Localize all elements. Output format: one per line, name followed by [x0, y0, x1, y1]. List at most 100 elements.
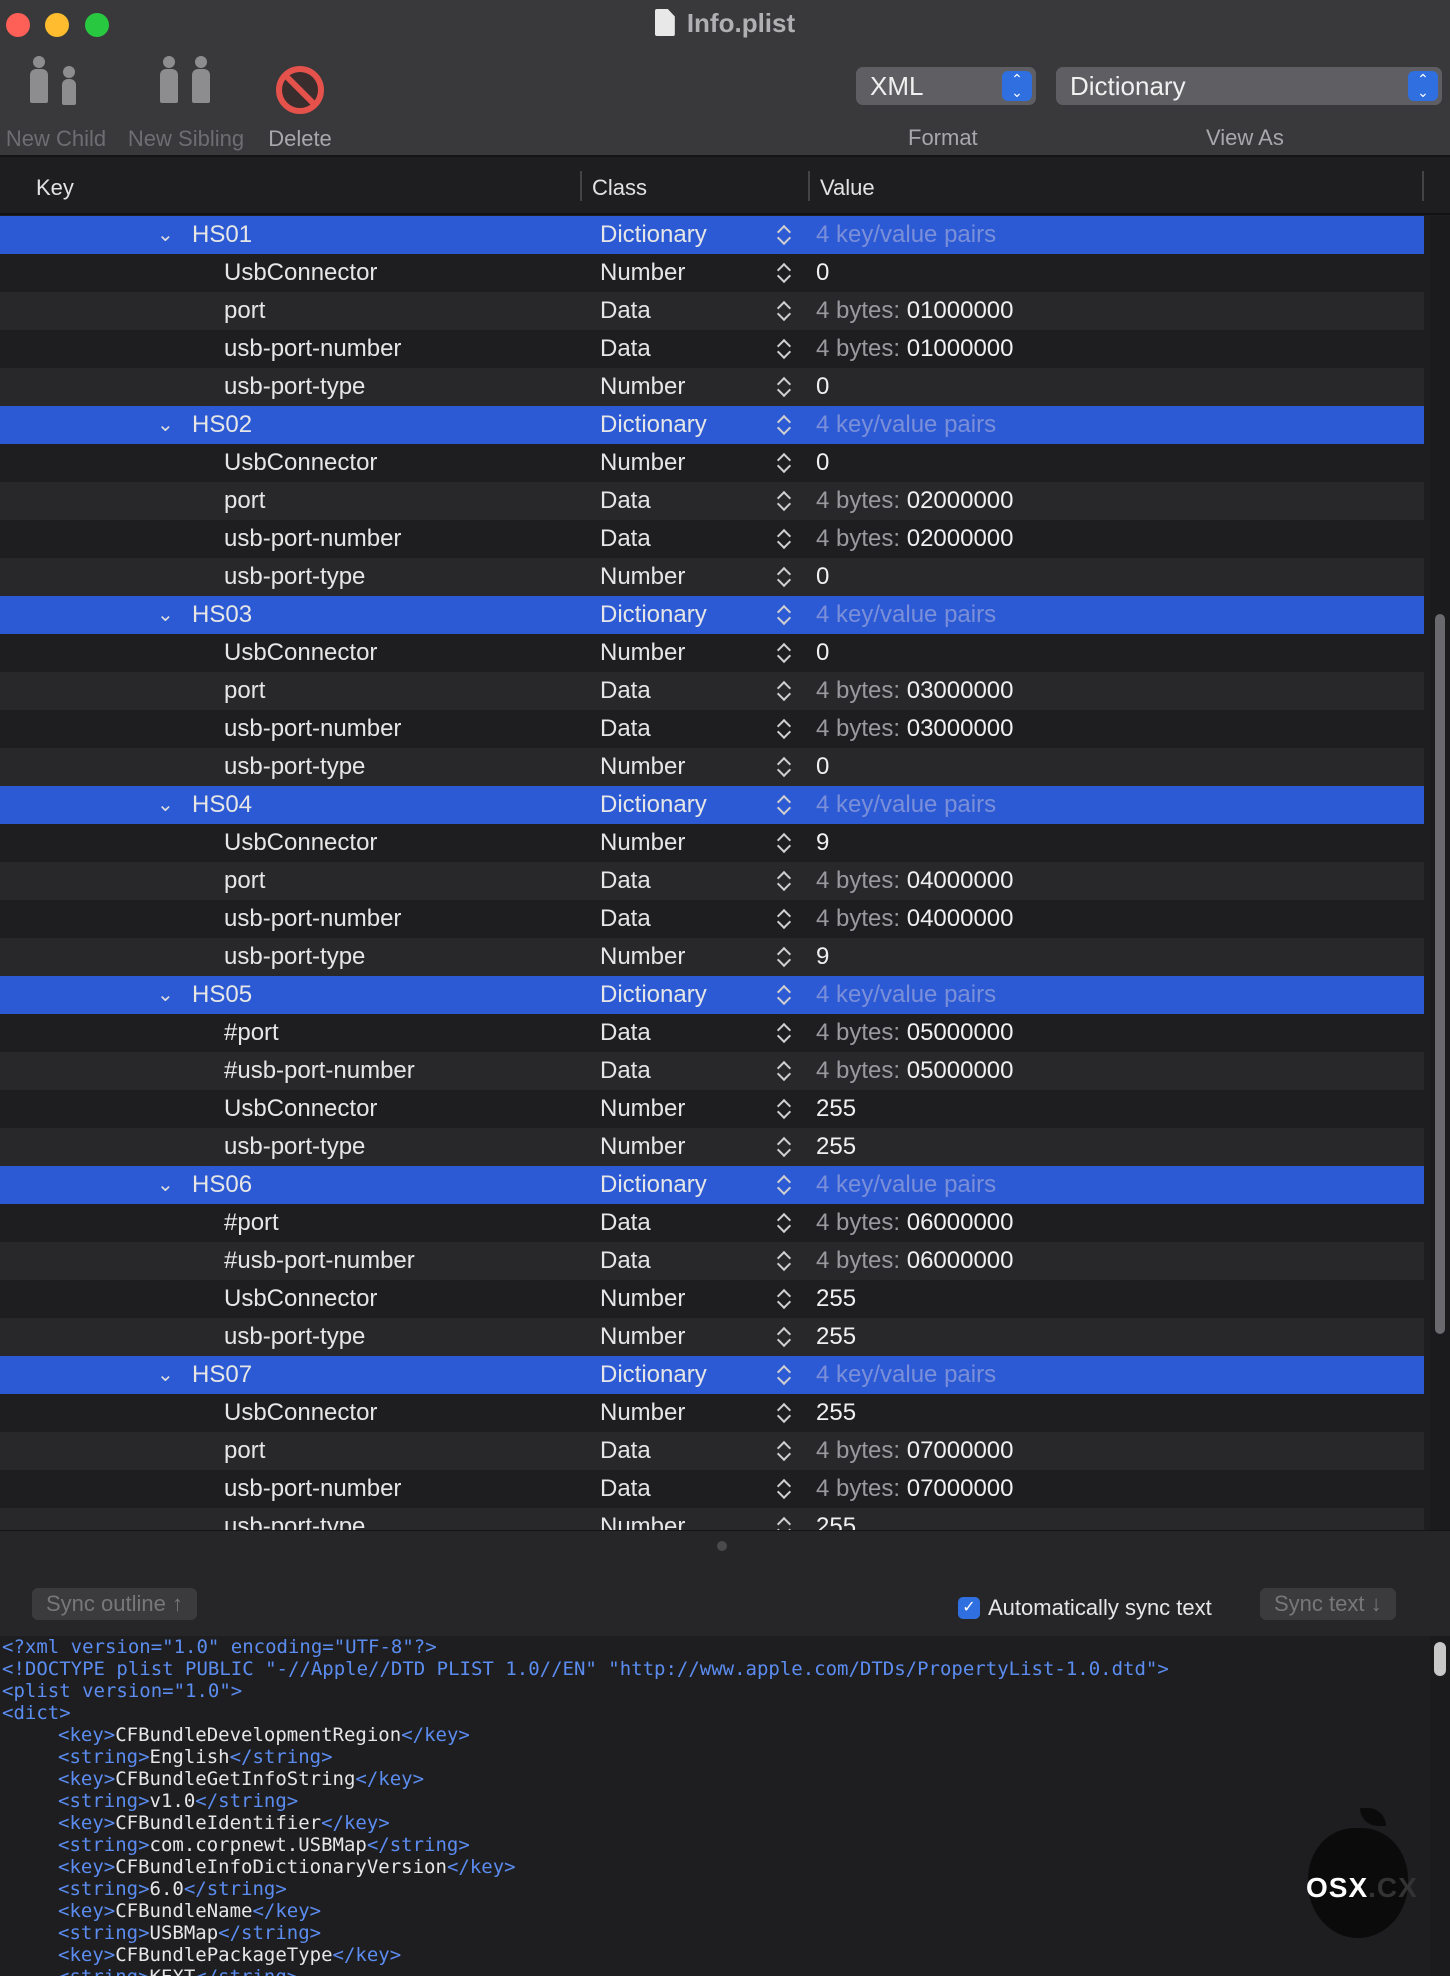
- row-key[interactable]: #port: [224, 1014, 279, 1052]
- row-class[interactable]: Number: [600, 368, 685, 406]
- row-key[interactable]: UsbConnector: [224, 634, 377, 672]
- row-value[interactable]: 4 bytes: 04000000: [816, 900, 1014, 938]
- disclosure-chevron-icon[interactable]: ⌄: [157, 406, 174, 444]
- outline-row[interactable]: #port Data 4 bytes: 06000000: [0, 1204, 1424, 1242]
- class-stepper-icon[interactable]: [775, 528, 795, 550]
- class-stepper-icon[interactable]: [775, 1250, 795, 1272]
- row-value[interactable]: 4 key/value pairs: [816, 1166, 996, 1204]
- outline-row[interactable]: usb-port-type Number 9: [0, 938, 1424, 976]
- row-class[interactable]: Number: [600, 748, 685, 786]
- row-value[interactable]: 4 bytes: 07000000: [816, 1470, 1014, 1508]
- row-key[interactable]: usb-port-type: [224, 1128, 365, 1166]
- new-child-button[interactable]: New Child: [2, 56, 110, 152]
- outline-row[interactable]: usb-port-number Data 4 bytes: 02000000: [0, 520, 1424, 558]
- outline-dict-row[interactable]: ⌄ HS01 Dictionary 4 key/value pairs: [0, 216, 1424, 254]
- row-value[interactable]: 4 bytes: 06000000: [816, 1204, 1014, 1242]
- row-key[interactable]: HS05: [192, 976, 252, 1014]
- outline-row[interactable]: usb-port-type Number 255: [0, 1508, 1424, 1530]
- text-scrollbar[interactable]: [1430, 1636, 1450, 1976]
- row-key[interactable]: UsbConnector: [224, 254, 377, 292]
- row-class[interactable]: Number: [600, 938, 685, 976]
- class-stepper-icon[interactable]: [775, 870, 795, 892]
- row-key[interactable]: usb-port-type: [224, 368, 365, 406]
- row-value[interactable]: 4 key/value pairs: [816, 1356, 996, 1394]
- outline-dict-row[interactable]: ⌄ HS02 Dictionary 4 key/value pairs: [0, 406, 1424, 444]
- row-value[interactable]: 4 bytes: 02000000: [816, 520, 1014, 558]
- outline-dict-row[interactable]: ⌄ HS07 Dictionary 4 key/value pairs: [0, 1356, 1424, 1394]
- split-divider[interactable]: [0, 1530, 1450, 1560]
- row-value[interactable]: 4 bytes: 01000000: [816, 330, 1014, 368]
- outline-row[interactable]: UsbConnector Number 255: [0, 1280, 1424, 1318]
- disclosure-chevron-icon[interactable]: ⌄: [157, 786, 174, 824]
- row-key[interactable]: UsbConnector: [224, 1394, 377, 1432]
- outline-scrollbar-thumb[interactable]: [1435, 614, 1445, 1334]
- class-stepper-icon[interactable]: [775, 718, 795, 740]
- row-key[interactable]: usb-port-type: [224, 1508, 365, 1530]
- row-class[interactable]: Number: [600, 558, 685, 596]
- row-key[interactable]: usb-port-number: [224, 520, 401, 558]
- row-class[interactable]: Data: [600, 1052, 651, 1090]
- outline-row[interactable]: UsbConnector Number 255: [0, 1394, 1424, 1432]
- row-value[interactable]: 4 bytes: 03000000: [816, 672, 1014, 710]
- row-value[interactable]: 255: [816, 1128, 856, 1166]
- row-value[interactable]: 4 key/value pairs: [816, 786, 996, 824]
- sync-outline-button[interactable]: Sync outline ↑: [32, 1588, 197, 1620]
- row-key[interactable]: UsbConnector: [224, 444, 377, 482]
- row-key[interactable]: usb-port-number: [224, 900, 401, 938]
- row-key[interactable]: HS04: [192, 786, 252, 824]
- text-scrollbar-thumb[interactable]: [1434, 1642, 1446, 1676]
- class-stepper-icon[interactable]: [775, 908, 795, 930]
- row-class[interactable]: Data: [600, 482, 651, 520]
- class-stepper-icon[interactable]: [775, 1212, 795, 1234]
- row-class[interactable]: Number: [600, 634, 685, 672]
- row-value[interactable]: 4 key/value pairs: [816, 976, 996, 1014]
- class-stepper-icon[interactable]: [775, 1516, 795, 1530]
- class-stepper-icon[interactable]: [775, 604, 795, 626]
- outline-row[interactable]: port Data 4 bytes: 07000000: [0, 1432, 1424, 1470]
- outline-row[interactable]: UsbConnector Number 0: [0, 634, 1424, 672]
- row-class[interactable]: Dictionary: [600, 1166, 707, 1204]
- row-key[interactable]: port: [224, 1432, 265, 1470]
- row-class[interactable]: Data: [600, 1204, 651, 1242]
- row-class[interactable]: Data: [600, 710, 651, 748]
- outline-row[interactable]: port Data 4 bytes: 03000000: [0, 672, 1424, 710]
- row-class[interactable]: Data: [600, 292, 651, 330]
- row-key[interactable]: port: [224, 672, 265, 710]
- row-key[interactable]: UsbConnector: [224, 824, 377, 862]
- class-stepper-icon[interactable]: [775, 1136, 795, 1158]
- auto-sync-checkbox[interactable]: ✓: [958, 1597, 980, 1619]
- xml-text-editor[interactable]: <?xml version="1.0" encoding="UTF-8"?> <!…: [0, 1636, 1430, 1976]
- row-value[interactable]: 4 key/value pairs: [816, 596, 996, 634]
- row-key[interactable]: usb-port-type: [224, 938, 365, 976]
- row-key[interactable]: UsbConnector: [224, 1280, 377, 1318]
- row-class[interactable]: Data: [600, 330, 651, 368]
- class-stepper-icon[interactable]: [775, 452, 795, 474]
- row-class[interactable]: Number: [600, 444, 685, 482]
- row-key[interactable]: #usb-port-number: [224, 1242, 415, 1280]
- row-key[interactable]: port: [224, 862, 265, 900]
- class-stepper-icon[interactable]: [775, 680, 795, 702]
- row-key[interactable]: HS02: [192, 406, 252, 444]
- class-stepper-icon[interactable]: [775, 1174, 795, 1196]
- row-value[interactable]: 255: [816, 1280, 856, 1318]
- outline-dict-row[interactable]: ⌄ HS06 Dictionary 4 key/value pairs: [0, 1166, 1424, 1204]
- class-stepper-icon[interactable]: [775, 566, 795, 588]
- row-value[interactable]: 4 bytes: 04000000: [816, 862, 1014, 900]
- row-class[interactable]: Dictionary: [600, 216, 707, 254]
- row-class[interactable]: Number: [600, 1508, 685, 1530]
- row-key[interactable]: usb-port-number: [224, 1470, 401, 1508]
- row-key[interactable]: HS06: [192, 1166, 252, 1204]
- outline-row[interactable]: usb-port-type Number 0: [0, 368, 1424, 406]
- row-class[interactable]: Dictionary: [600, 1356, 707, 1394]
- row-value[interactable]: 4 bytes: 07000000: [816, 1432, 1014, 1470]
- class-stepper-icon[interactable]: [775, 490, 795, 512]
- column-value-header[interactable]: Value: [820, 175, 875, 201]
- row-class[interactable]: Number: [600, 1280, 685, 1318]
- row-value[interactable]: 4 key/value pairs: [816, 216, 996, 254]
- row-class[interactable]: Dictionary: [600, 976, 707, 1014]
- row-value[interactable]: 0: [816, 254, 829, 292]
- class-stepper-icon[interactable]: [775, 1402, 795, 1424]
- row-class[interactable]: Data: [600, 520, 651, 558]
- row-class[interactable]: Number: [600, 1394, 685, 1432]
- row-class[interactable]: Number: [600, 824, 685, 862]
